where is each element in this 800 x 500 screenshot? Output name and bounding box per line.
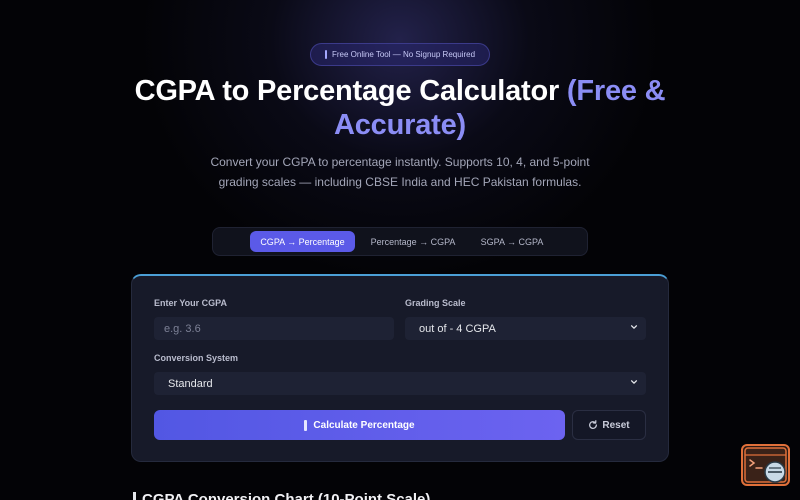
calculate-button[interactable]: Calculate Percentage — [154, 410, 565, 440]
conversion-system-select[interactable]: Standard — [154, 372, 646, 395]
grading-scale-select[interactable]: out of - 4 CGPA — [405, 317, 646, 340]
conversion-chart-heading: CGPA Conversion Chart (10-Point Scale) — [133, 491, 430, 500]
tab-sgpa-to-cgpa[interactable]: SGPA → CGPA — [468, 231, 556, 252]
badge-text: Free Online Tool — No Signup Required — [331, 50, 476, 59]
reset-label: Reset — [602, 419, 630, 431]
conversion-chart-heading-text: CGPA Conversion Chart (10-Point Scale) — [142, 491, 431, 500]
cgpa-input[interactable] — [154, 317, 394, 340]
grading-scale-label: Grading Scale — [405, 298, 466, 308]
conversion-system-value: Standard — [168, 377, 213, 390]
chevron-down-icon — [630, 325, 638, 329]
conversion-system-label: Conversion System — [154, 353, 239, 363]
calculator-card: Enter Your CGPA Grading Scale out of - 4… — [131, 274, 669, 462]
bar-icon — [324, 50, 327, 59]
tool-badge: Free Online Tool — No Signup Required — [310, 43, 490, 66]
cgpa-label: Enter Your CGPA — [154, 298, 228, 308]
bar-icon — [133, 492, 136, 500]
reset-button[interactable]: Reset — [572, 410, 646, 440]
calculate-label: Calculate Percentage — [313, 419, 415, 431]
bar-icon — [304, 419, 308, 431]
page-subtitle: Convert your CGPA to percentage instantl… — [210, 155, 590, 189]
chat-support-widget[interactable] — [741, 444, 790, 486]
page: Free Online Tool — No Signup Required CG… — [0, 0, 800, 500]
tab-cgpa-to-percentage[interactable]: CGPA → Percentage — [250, 231, 355, 252]
page-title: CGPA to Percentage Calculator (Free & Ac… — [100, 74, 700, 142]
converter-tabs: CGPA → Percentage Percentage → CGPA SGPA… — [212, 227, 588, 256]
tab-percentage-to-cgpa[interactable]: Percentage → CGPA — [360, 231, 466, 252]
grading-scale-value: out of - 4 CGPA — [419, 322, 496, 335]
chevron-down-icon — [630, 380, 638, 384]
chat-support-icon — [744, 447, 787, 483]
title-main: CGPA to Percentage Calculator — [134, 75, 567, 107]
refresh-icon — [589, 420, 598, 429]
